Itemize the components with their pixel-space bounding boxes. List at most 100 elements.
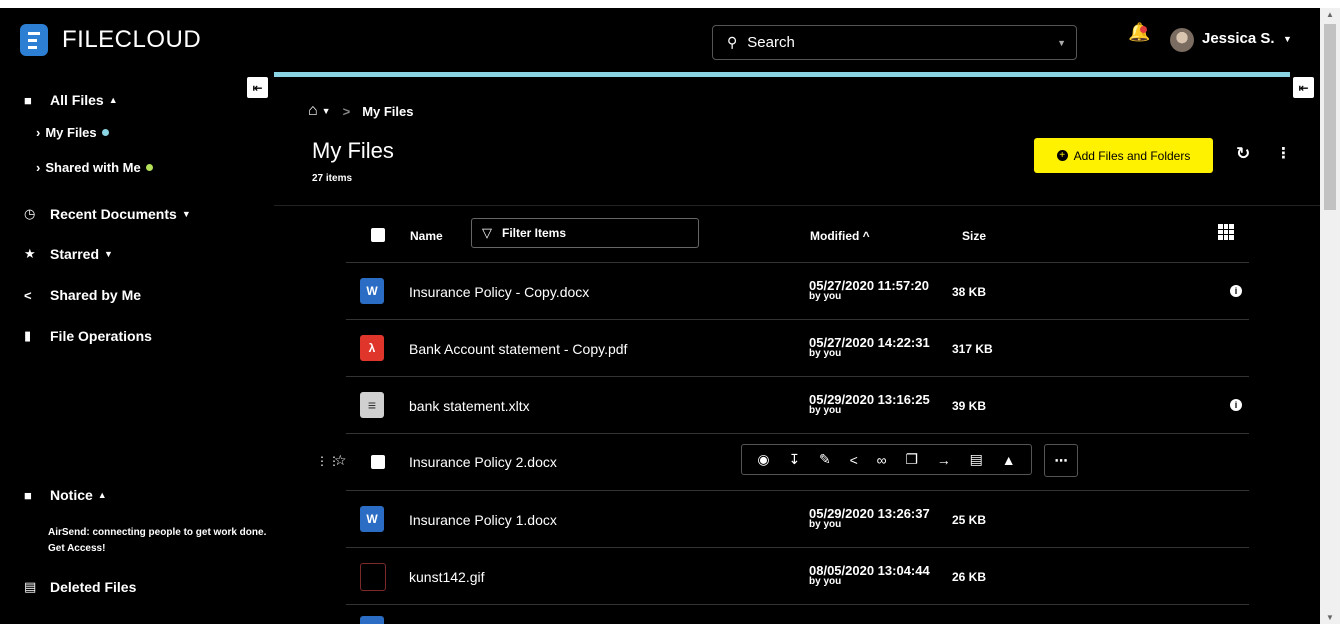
info-icon[interactable]: i <box>1230 285 1242 297</box>
sidebar-item-my-files[interactable]: › My Files <box>36 125 109 140</box>
sidebar-item-recent-documents[interactable]: ◷ Recent Documents ▼ <box>24 206 191 222</box>
add-files-label: Add Files and Folders <box>1073 148 1191 163</box>
table-header: Name ▽ Filter Items Modified ^ Size <box>346 206 1249 263</box>
refresh-icon[interactable]: ↻ <box>1236 144 1250 164</box>
scroll-up-icon[interactable]: ▲ <box>1326 10 1334 19</box>
table-row[interactable]: W Insurance Policy 1.docx 05/29/2020 13:… <box>346 491 1249 548</box>
document-icon: ≡ <box>360 392 384 418</box>
file-name[interactable]: Insurance Policy 2.docx <box>409 454 557 470</box>
chevron-down-icon[interactable]: ▼ <box>322 106 331 116</box>
word-icon <box>360 616 384 624</box>
filter-input[interactable]: ▽ Filter Items <box>471 218 699 248</box>
image-icon <box>360 563 386 591</box>
file-name[interactable]: bank statement.xltx <box>409 398 530 414</box>
filter-placeholder: Filter Items <box>502 226 567 240</box>
word-icon: W <box>360 506 384 532</box>
sidebar-item-label: All Files <box>50 92 104 108</box>
lock-icon[interactable]: ▲ <box>1002 452 1016 468</box>
top-bar: FILECLOUD ⚲ Search ▼ <box>0 8 1320 72</box>
modified-by: by you <box>809 291 842 302</box>
column-modified[interactable]: Modified ^ <box>810 229 870 243</box>
link-icon[interactable]: ∞ <box>877 452 887 468</box>
file-size: 38 KB <box>952 285 987 299</box>
copy-icon[interactable]: ❐ <box>905 451 918 468</box>
trash-icon: ▤ <box>24 579 37 594</box>
scrollbar[interactable]: ▲ ▼ <box>1320 8 1340 624</box>
file-size: 25 KB <box>952 513 987 527</box>
modified-by: by you <box>809 405 842 416</box>
file-name[interactable]: kunst142.gif <box>409 569 485 585</box>
preview-icon[interactable]: ◉ <box>757 451 769 468</box>
user-menu[interactable]: Jessica S. <box>1202 30 1275 47</box>
column-name[interactable]: Name <box>410 229 443 243</box>
star-outline-icon[interactable]: ☆ <box>334 452 347 469</box>
sidebar-item-label: Shared with Me <box>45 160 141 175</box>
chevron-up-icon: ▲ <box>97 490 107 500</box>
download-icon[interactable]: ↧ <box>788 451 800 468</box>
collapse-panel-button[interactable]: ⇤ <box>1293 77 1314 98</box>
row-checkbox[interactable] <box>371 455 385 469</box>
sidebar-item-all-files[interactable]: ■ All Files ▲ <box>24 92 118 108</box>
avatar[interactable] <box>1170 28 1194 52</box>
main-content: ⇤ ⌂ ▼ > My Files My Files 27 items + Add… <box>274 72 1320 624</box>
sidebar-item-label: Shared by Me <box>50 287 142 303</box>
column-size[interactable]: Size <box>962 229 986 243</box>
share-icon: < <box>24 287 32 303</box>
file-name[interactable]: Bank Account statement - Copy.pdf <box>409 341 627 357</box>
window-frame-top <box>0 0 1340 8</box>
notification-dot <box>1140 26 1147 33</box>
table-row[interactable]: ≡ bank statement.xltx 05/29/2020 13:16:2… <box>346 377 1249 434</box>
pdf-icon: λ <box>360 335 384 361</box>
filecloud-logo-icon <box>20 24 48 56</box>
folder-icon: ■ <box>24 92 32 108</box>
table-row[interactable]: kunst142.gif 08/05/2020 13:04:44 by you … <box>346 548 1249 605</box>
add-files-button[interactable]: + Add Files and Folders <box>1034 138 1213 173</box>
more-options-icon[interactable]: ⋮ <box>1276 144 1291 162</box>
chevron-down-icon[interactable]: ▼ <box>1057 38 1066 48</box>
search-input[interactable]: ⚲ Search ▼ <box>712 25 1077 60</box>
info-icon[interactable]: i <box>1230 399 1242 411</box>
sidebar-item-label: Recent Documents <box>50 206 177 222</box>
collapse-sidebar-button[interactable]: ⇤ <box>247 77 268 98</box>
sidebar-item-shared-by-me[interactable]: < Shared by Me <box>24 287 141 303</box>
chevron-down-icon: ▼ <box>181 209 191 219</box>
sidebar-item-file-operations[interactable]: ▮ File Operations <box>24 328 152 344</box>
file-name[interactable]: Insurance Policy 1.docx <box>409 512 557 528</box>
file-size: 26 KB <box>952 570 987 584</box>
file-name[interactable]: Insurance Policy - Copy.docx <box>409 284 589 300</box>
share-icon[interactable]: < <box>850 452 858 468</box>
scroll-down-icon[interactable]: ▼ <box>1326 613 1334 622</box>
breadcrumb-current[interactable]: My Files <box>362 104 413 119</box>
trash-icon[interactable]: ▤ <box>970 451 983 468</box>
sidebar-item-label: File Operations <box>50 328 152 344</box>
modified-by: by you <box>809 576 842 587</box>
table-row[interactable]: W Insurance Policy - Copy.docx 05/27/202… <box>346 263 1249 320</box>
sidebar-item-label: Starred <box>50 246 100 262</box>
app-logo[interactable]: FILECLOUD <box>20 24 201 56</box>
chevron-right-icon: › <box>36 160 41 175</box>
scroll-thumb[interactable] <box>1324 24 1336 210</box>
sidebar-item-notice[interactable]: ■ Notice ▲ <box>24 487 107 503</box>
sidebar-item-starred[interactable]: ★ Starred ▼ <box>24 246 113 262</box>
grid-view-icon[interactable] <box>1218 224 1234 240</box>
table-row[interactable]: λ Bank Account statement - Copy.pdf 05/2… <box>346 320 1249 377</box>
breadcrumb: ⌂ ▼ > My Files <box>308 102 413 120</box>
chevron-up-icon: ▲ <box>108 95 118 105</box>
edit-icon[interactable]: ✎ <box>819 451 831 468</box>
bell-icon[interactable]: 🔔 <box>1128 22 1150 43</box>
sidebar-item-deleted-files[interactable]: ▤ Deleted Files <box>24 579 136 595</box>
file-modified: 05/27/2020 11:57:20 by you <box>809 279 929 302</box>
clock-icon: ◷ <box>24 206 36 221</box>
chevron-down-icon[interactable]: ▼ <box>1283 34 1292 44</box>
notice-text[interactable]: AirSend: connecting people to get work d… <box>48 525 268 557</box>
home-icon[interactable]: ⌂ <box>308 102 318 120</box>
select-all-checkbox[interactable] <box>371 228 385 242</box>
file-modified: 05/27/2020 14:22:31 by you <box>809 336 930 359</box>
filter-icon: ▽ <box>482 225 492 240</box>
move-icon[interactable]: → <box>937 452 951 468</box>
chevron-down-icon: ▼ <box>104 249 113 259</box>
file-modified: 05/29/2020 13:16:25 by you <box>809 393 930 416</box>
plus-icon: + <box>1056 150 1068 161</box>
sidebar-item-shared-with-me[interactable]: › Shared with Me <box>36 160 153 175</box>
more-actions-button[interactable]: ⋯ <box>1044 444 1078 477</box>
